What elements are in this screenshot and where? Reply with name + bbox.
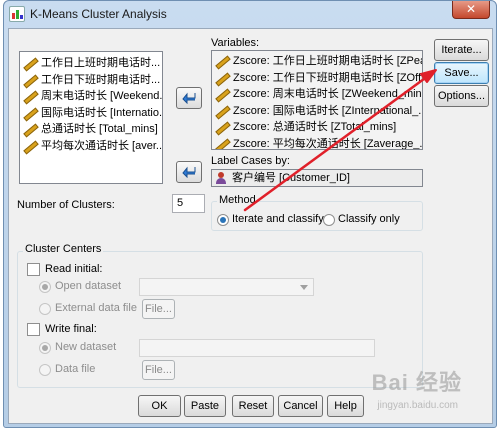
annotation-arrow (243, 69, 437, 212)
